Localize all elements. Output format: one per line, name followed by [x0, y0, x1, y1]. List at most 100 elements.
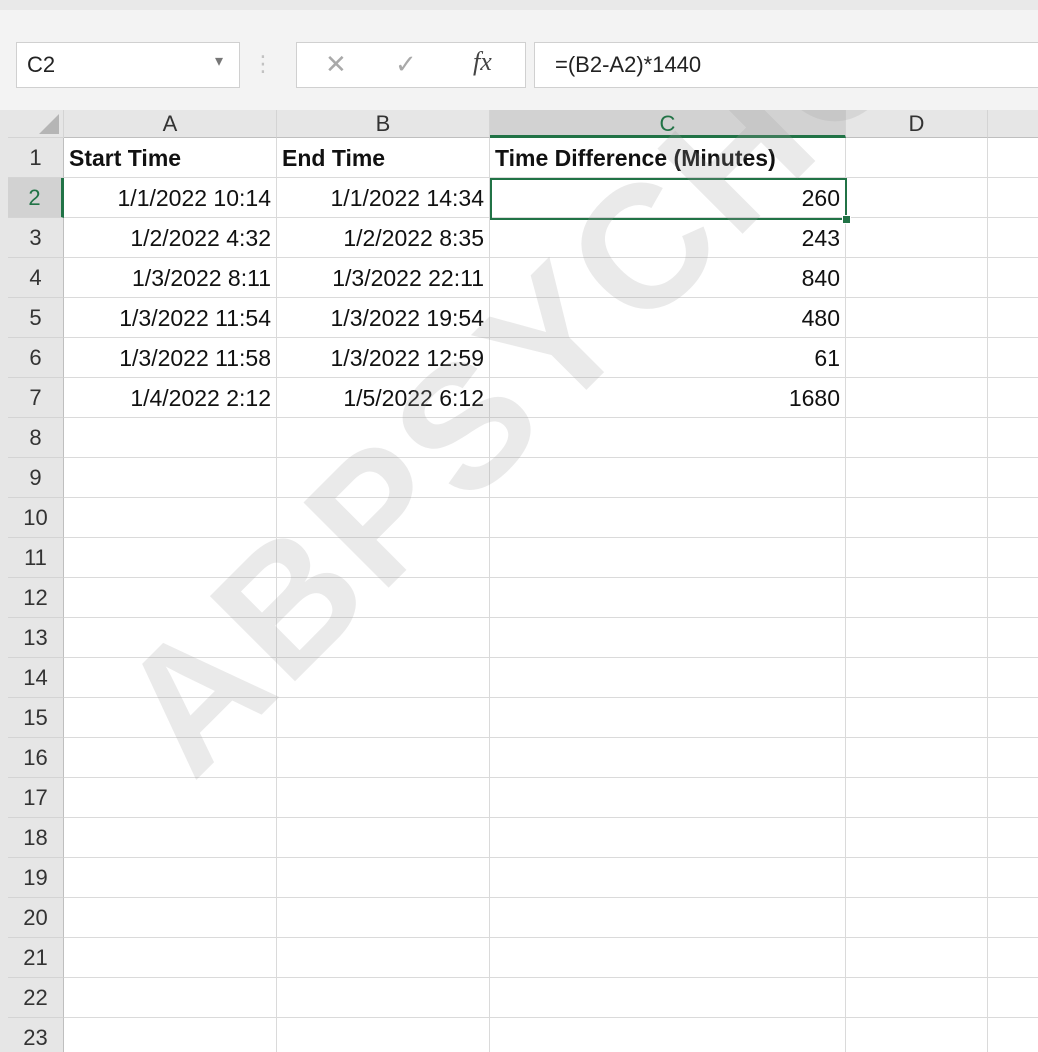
enter-icon[interactable]: ✓ — [395, 49, 417, 80]
fill-handle[interactable] — [842, 215, 851, 224]
row-header[interactable]: 15 — [8, 698, 64, 738]
cell[interactable] — [846, 378, 988, 418]
column-header-e[interactable] — [988, 110, 1038, 138]
row-header[interactable]: 21 — [8, 938, 64, 978]
cell[interactable]: 840 — [490, 258, 846, 298]
cell[interactable] — [490, 738, 846, 778]
cell[interactable] — [64, 938, 277, 978]
cell[interactable] — [988, 298, 1038, 338]
cell[interactable] — [988, 458, 1038, 498]
cell[interactable] — [277, 858, 490, 898]
cell[interactable] — [988, 378, 1038, 418]
row-header[interactable]: 4 — [8, 258, 64, 298]
cell[interactable] — [490, 818, 846, 858]
cell[interactable] — [64, 458, 277, 498]
cell[interactable]: 1680 — [490, 378, 846, 418]
cell[interactable] — [988, 898, 1038, 938]
cell[interactable] — [277, 778, 490, 818]
cell[interactable] — [846, 938, 988, 978]
cell[interactable] — [64, 898, 277, 938]
cell[interactable] — [988, 858, 1038, 898]
cell[interactable]: 1/1/2022 10:14 — [64, 178, 277, 218]
cell[interactable] — [490, 498, 846, 538]
cell[interactable] — [988, 218, 1038, 258]
cell[interactable] — [988, 978, 1038, 1018]
cell[interactable] — [988, 738, 1038, 778]
row-header[interactable]: 13 — [8, 618, 64, 658]
cell[interactable] — [490, 658, 846, 698]
cell[interactable]: Time Difference (Minutes) — [490, 138, 846, 178]
cell[interactable] — [490, 698, 846, 738]
select-all-button[interactable] — [8, 110, 64, 138]
cell[interactable] — [277, 938, 490, 978]
column-header-d[interactable]: D — [846, 110, 988, 138]
row-header[interactable]: 8 — [8, 418, 64, 458]
cell[interactable] — [988, 698, 1038, 738]
cell[interactable] — [846, 338, 988, 378]
cell[interactable]: 61 — [490, 338, 846, 378]
cell[interactable] — [988, 818, 1038, 858]
row-header[interactable]: 18 — [8, 818, 64, 858]
cell[interactable] — [64, 578, 277, 618]
cell[interactable] — [846, 778, 988, 818]
cell[interactable]: End Time — [277, 138, 490, 178]
cell[interactable]: 243 — [490, 218, 846, 258]
cell[interactable]: 1/5/2022 6:12 — [277, 378, 490, 418]
cell[interactable]: 480 — [490, 298, 846, 338]
cell[interactable] — [277, 578, 490, 618]
row-header[interactable]: 6 — [8, 338, 64, 378]
column-header-b[interactable]: B — [277, 110, 490, 138]
cell[interactable] — [64, 778, 277, 818]
cell[interactable] — [846, 858, 988, 898]
cell[interactable] — [277, 498, 490, 538]
column-header-c[interactable]: C — [490, 110, 846, 138]
row-header[interactable]: 5 — [8, 298, 64, 338]
cell[interactable] — [988, 938, 1038, 978]
cell[interactable] — [490, 458, 846, 498]
cell[interactable] — [277, 1018, 490, 1052]
cell[interactable] — [988, 418, 1038, 458]
column-header-a[interactable]: A — [64, 110, 277, 138]
cell[interactable] — [64, 978, 277, 1018]
cell[interactable] — [846, 658, 988, 698]
cell[interactable] — [846, 698, 988, 738]
cell[interactable] — [846, 538, 988, 578]
cell[interactable] — [490, 778, 846, 818]
cell[interactable] — [988, 338, 1038, 378]
name-box[interactable]: C2 ▾ — [16, 42, 240, 88]
cell[interactable] — [988, 138, 1038, 178]
cell[interactable] — [490, 938, 846, 978]
cell[interactable] — [64, 538, 277, 578]
cell[interactable] — [277, 738, 490, 778]
drag-handle-icon[interactable]: ⋮ — [252, 46, 274, 82]
row-header[interactable]: 22 — [8, 978, 64, 1018]
cell[interactable] — [277, 698, 490, 738]
cell[interactable]: 1/3/2022 22:11 — [277, 258, 490, 298]
insert-function-icon[interactable]: fx — [473, 47, 492, 77]
cell[interactable] — [846, 458, 988, 498]
row-header[interactable]: 2 — [8, 178, 64, 218]
cell[interactable] — [64, 698, 277, 738]
cell[interactable] — [490, 578, 846, 618]
cell[interactable] — [64, 618, 277, 658]
cell[interactable]: 260 — [490, 178, 846, 218]
cell[interactable] — [846, 898, 988, 938]
row-header[interactable]: 17 — [8, 778, 64, 818]
cell[interactable] — [64, 738, 277, 778]
cell[interactable] — [846, 178, 988, 218]
cell[interactable] — [846, 618, 988, 658]
row-header[interactable]: 10 — [8, 498, 64, 538]
cell[interactable] — [490, 418, 846, 458]
cell[interactable]: 1/3/2022 11:54 — [64, 298, 277, 338]
cell[interactable] — [277, 458, 490, 498]
cell[interactable] — [277, 978, 490, 1018]
cell[interactable]: 1/3/2022 19:54 — [277, 298, 490, 338]
cell[interactable] — [988, 258, 1038, 298]
row-header[interactable]: 20 — [8, 898, 64, 938]
cell[interactable] — [490, 538, 846, 578]
cell[interactable] — [846, 258, 988, 298]
cell[interactable]: 1/1/2022 14:34 — [277, 178, 490, 218]
cell[interactable] — [988, 618, 1038, 658]
cell[interactable]: 1/3/2022 11:58 — [64, 338, 277, 378]
cell[interactable] — [64, 418, 277, 458]
